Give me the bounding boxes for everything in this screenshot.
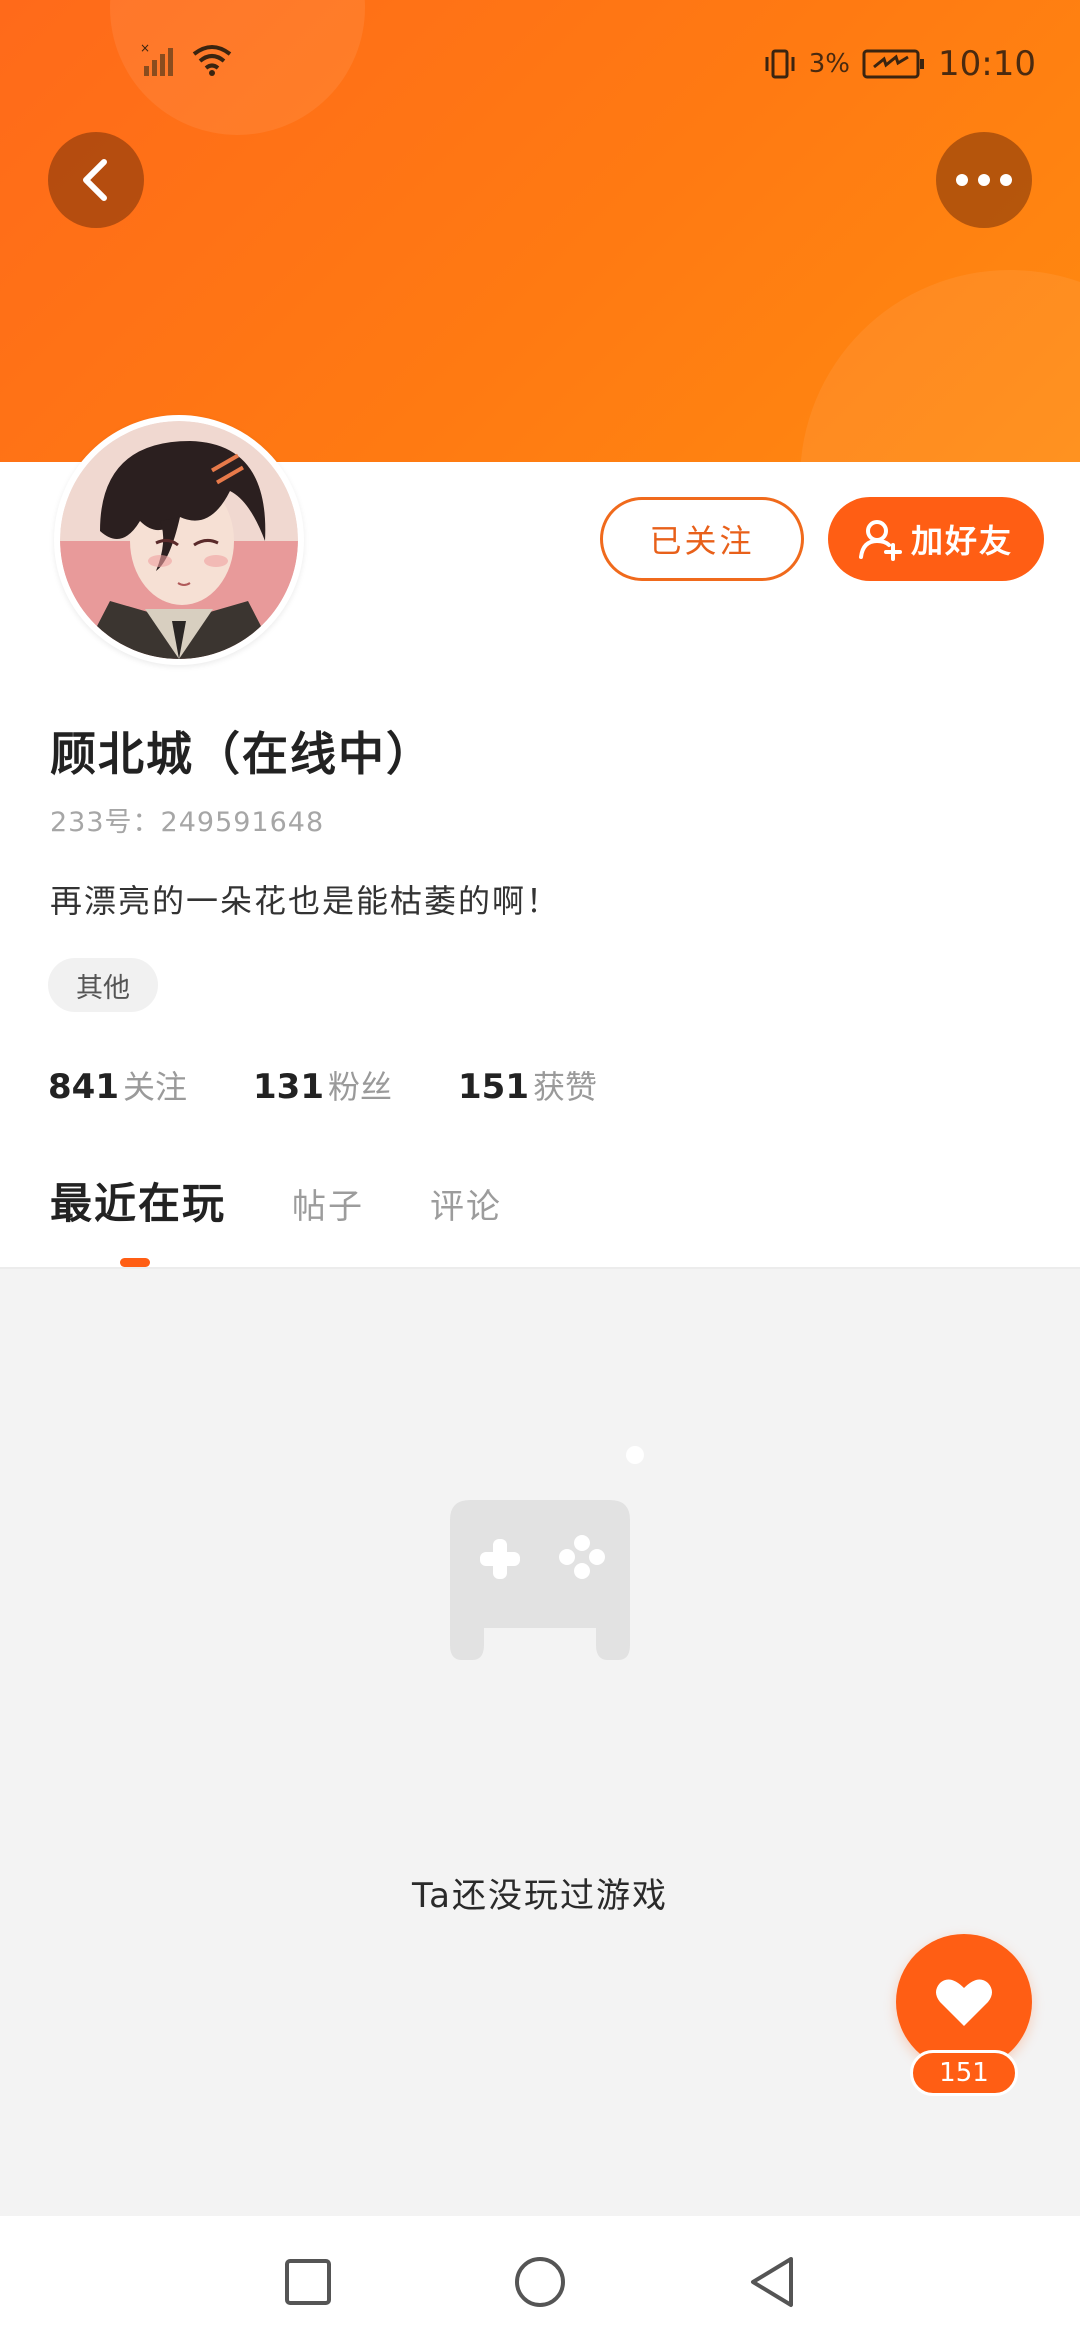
more-options-button[interactable] — [936, 132, 1032, 228]
profile-tabs: 最近在玩 帖子 评论 — [50, 1170, 568, 1231]
recent-apps-button[interactable] — [280, 2254, 336, 2310]
tab-comments[interactable]: 评论 — [430, 1179, 502, 1228]
user-name: 顾北城（在线中） — [50, 727, 434, 781]
profile-page: × 3% 10:10 已关注 加好友 顾北城（在线中） 233号：2495916… — [0, 0, 1080, 2340]
system-nav-bar — [0, 2216, 1080, 2340]
stat-label: 粉丝 — [327, 1068, 392, 1106]
gamepad-empty-icon — [450, 1446, 644, 1660]
chevron-left-icon — [83, 159, 107, 201]
circle-icon — [515, 2257, 565, 2307]
divider — [0, 1267, 1080, 1269]
battery-percent: 3% — [808, 49, 851, 79]
add-user-icon — [858, 520, 902, 561]
stat-number: 131 — [253, 1067, 324, 1107]
like-count-badge: 151 — [910, 2050, 1018, 2096]
wifi-icon — [192, 45, 232, 76]
back-button[interactable] — [48, 132, 144, 228]
home-button[interactable] — [512, 2254, 568, 2310]
tab-recently-played[interactable]: 最近在玩 — [50, 1170, 226, 1231]
active-tab-indicator — [120, 1258, 150, 1267]
heart-icon — [936, 1979, 992, 2026]
status-bar: × 3% 10:10 — [0, 0, 1080, 130]
stat-label: 获赞 — [532, 1068, 597, 1106]
vibrate-icon — [765, 49, 795, 79]
tab-posts[interactable]: 帖子 — [292, 1179, 364, 1228]
stat-label: 关注 — [122, 1068, 187, 1106]
status-right: 3% 10:10 — [763, 44, 1036, 84]
svg-text:×: × — [140, 42, 150, 55]
triangle-back-icon — [751, 2257, 793, 2307]
avatar[interactable] — [54, 415, 304, 665]
signal-icon: × — [140, 42, 173, 76]
user-bio: 再漂亮的一朵花也是能枯萎的啊！ — [50, 882, 561, 920]
square-icon — [285, 2259, 331, 2305]
stat-number: 841 — [48, 1067, 119, 1107]
stat-number: 151 — [458, 1067, 529, 1107]
stat-following[interactable]: 841 关注 — [48, 1062, 187, 1108]
user-tag[interactable]: 其他 — [48, 958, 158, 1012]
add-friend-label: 加好友 — [910, 522, 1013, 560]
status-time: 10:10 — [938, 44, 1036, 84]
back-nav-button[interactable] — [744, 2254, 800, 2310]
user-id: 233号：249591648 — [50, 807, 325, 838]
profile-header-banner: × 3% 10:10 — [0, 0, 1080, 462]
stat-likes[interactable]: 151 获赞 — [458, 1062, 597, 1108]
add-friend-button[interactable]: 加好友 — [828, 497, 1044, 581]
empty-state-text: Ta还没玩过游戏 — [412, 1876, 668, 1916]
more-dots-icon — [956, 174, 1012, 186]
decorative-circle — [800, 270, 1080, 462]
battery-icon — [862, 49, 925, 79]
status-left: × — [140, 42, 234, 78]
following-button[interactable]: 已关注 — [600, 497, 804, 581]
stats-row: 841 关注 131 粉丝 151 获赞 — [48, 1062, 597, 1108]
stat-fans[interactable]: 131 粉丝 — [253, 1062, 392, 1108]
avatar-illustration-icon — [60, 421, 298, 659]
